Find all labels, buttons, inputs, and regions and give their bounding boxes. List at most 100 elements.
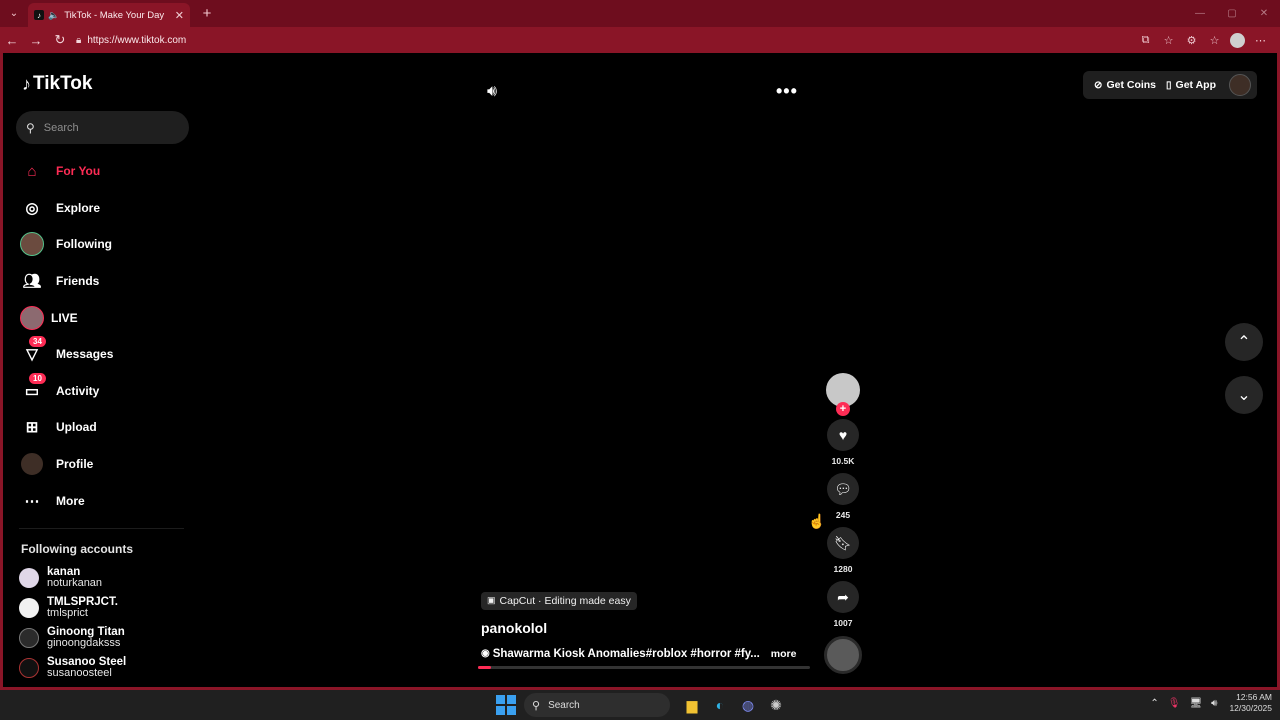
creator-avatar[interactable]: + xyxy=(826,373,860,416)
sidebar-item-label: Friends xyxy=(56,274,100,289)
sidebar-item-label: For You xyxy=(56,164,101,179)
tab-audio-icon[interactable]: 🔈 xyxy=(48,10,59,21)
account-avatar xyxy=(19,658,39,678)
extensions-icon[interactable]: ⚙ xyxy=(1180,29,1203,51)
minimize-button[interactable]: — xyxy=(1184,0,1216,27)
get-app-button[interactable]: ▯ Get App xyxy=(1166,79,1216,91)
video-more-options-icon[interactable]: ••• xyxy=(776,81,798,102)
get-app-label: Get App xyxy=(1175,79,1216,91)
taskbar-search[interactable]: ⚲ Search xyxy=(524,693,670,717)
maximize-button[interactable]: ▢ xyxy=(1216,0,1248,27)
sidebar-item-messages[interactable]: ▽ 34 Messages xyxy=(19,336,189,373)
account-handle: susanoosteel xyxy=(47,667,112,679)
speaker-icon[interactable]: 🔊︎ xyxy=(1211,698,1217,709)
compass-icon: ◎ xyxy=(25,199,39,217)
sidebar-nav: ⌂ For You ◎ Explore Following 👥︎ Friends… xyxy=(19,153,189,519)
favorites-icon[interactable]: ☆ xyxy=(1203,29,1226,51)
coin-icon: ⊘ xyxy=(1094,79,1103,91)
comment-count: 245 xyxy=(835,510,851,520)
url-text: https://www.tiktok.com xyxy=(87,34,187,46)
app-icon[interactable]: ✺ xyxy=(762,693,790,717)
like-button[interactable]: ♥ xyxy=(827,419,859,451)
header-actions: ⊘ Get Coins ▯ Get App xyxy=(1083,71,1257,99)
save-button[interactable]: 🔖︎ xyxy=(827,527,859,559)
sidebar-item-friends[interactable]: 👥︎ Friends xyxy=(19,263,189,300)
capcut-icon: ▣ xyxy=(487,595,496,605)
browser-tab-tiktok[interactable]: ♪ 🔈 TikTok - Make Your Day ✕ xyxy=(28,3,190,27)
share-count: 1007 xyxy=(833,618,853,628)
sidebar-item-more[interactable]: ⋯ More xyxy=(19,482,189,519)
tab-close-icon[interactable]: ✕ xyxy=(175,9,184,22)
following-accounts-list: kanan noturkanan TMLSPRJCT. tmlsprict Gi… xyxy=(19,563,189,683)
close-window-button[interactable]: ✕ xyxy=(1248,0,1280,27)
account-item[interactable]: Ginoong Titan ginoongdaksss xyxy=(19,623,189,653)
sidebar-item-for-you[interactable]: ⌂ For You xyxy=(19,153,189,190)
browser-profile-avatar[interactable] xyxy=(1230,32,1245,48)
video-caption: ▣ CapCut · Editing made easy panokolol ◉… xyxy=(481,590,811,660)
discord-icon[interactable]: ◍ xyxy=(734,693,762,717)
save-count: 1280 xyxy=(833,564,853,574)
upload-icon: ⊞ xyxy=(25,419,39,437)
refresh-button[interactable]: ↻ xyxy=(48,28,72,52)
clock-time: 12:56 AM xyxy=(1236,692,1272,702)
home-icon: ⌂ xyxy=(27,162,37,180)
sidebar-item-upload[interactable]: ⊞ Upload xyxy=(19,409,189,446)
tray-chevron-up-icon[interactable]: ⌃ xyxy=(1150,698,1158,709)
url-field[interactable]: 🔒︎ https://www.tiktok.com xyxy=(76,30,1126,50)
file-explorer-icon[interactable]: ▆ xyxy=(678,693,706,717)
previous-video-button[interactable]: ⌃ xyxy=(1225,323,1263,361)
sidebar-divider xyxy=(19,528,184,529)
tiktok-note-icon: ♪ xyxy=(22,73,31,94)
edge-browser-icon[interactable]: ◐ xyxy=(706,693,734,717)
friends-icon: 👥︎ xyxy=(22,273,42,291)
activity-badge: 10 xyxy=(29,372,46,384)
share-button[interactable]: ➦ xyxy=(827,581,859,613)
sidebar-item-following[interactable]: Following xyxy=(19,226,189,263)
settings-more-icon[interactable]: ⋯ xyxy=(1249,29,1272,51)
sidebar-item-activity[interactable]: ▭ 10 Activity xyxy=(19,372,189,410)
sidebar-item-profile[interactable]: Profile xyxy=(19,446,189,483)
sidebar-item-live[interactable]: LIVE xyxy=(19,299,189,336)
following-avatar xyxy=(19,231,45,257)
follow-plus-icon[interactable]: + xyxy=(836,402,850,416)
sidebar-item-explore[interactable]: ◎ Explore xyxy=(19,190,189,227)
favorite-star-icon[interactable]: ☆ xyxy=(1157,29,1180,51)
volume-icon[interactable]: 🔊︎ xyxy=(487,83,497,101)
chevron-up-icon: ⌃ xyxy=(1237,334,1251,351)
get-coins-button[interactable]: ⊘ Get Coins xyxy=(1094,79,1156,91)
phone-icon: ▯ xyxy=(1166,79,1172,91)
comment-button[interactable]: 💬︎ xyxy=(827,473,859,505)
new-tab-button[interactable]: + xyxy=(196,3,218,25)
tiktok-logo[interactable]: ♪ TikTok xyxy=(22,73,92,95)
messages-icon: ▽ 34 xyxy=(19,336,46,367)
account-item[interactable]: kanan noturkanan xyxy=(19,563,189,593)
account-avatar xyxy=(19,598,39,618)
hand-cursor-icon: ☝ xyxy=(808,513,826,529)
app-available-icon[interactable]: ⧉ xyxy=(1134,29,1157,51)
account-item[interactable]: TMLSPRJCT. tmlsprict xyxy=(19,593,189,623)
user-avatar[interactable] xyxy=(1229,74,1251,96)
search-icon: ⚲ xyxy=(26,120,35,135)
music-disc[interactable] xyxy=(824,636,862,674)
search-input[interactable]: ⚲ Search xyxy=(16,111,189,144)
tiktok-page: ♪ TikTok ⚲ Search ⌂ For You ◎ Explore Fo… xyxy=(3,53,1277,687)
more-icon: ⋯ xyxy=(24,492,40,510)
sidebar-item-label: Profile xyxy=(56,457,94,472)
video-progress-bar[interactable] xyxy=(478,666,810,669)
windows-start-icon[interactable] xyxy=(496,695,516,715)
account-avatar xyxy=(19,628,39,648)
video-description: Shawarma Kiosk Anomalies#roblox #horror … xyxy=(492,647,760,660)
forward-button[interactable]: → xyxy=(24,28,48,52)
capcut-tag[interactable]: ▣ CapCut · Editing made easy xyxy=(481,591,637,610)
video-author[interactable]: panokolol xyxy=(481,620,811,636)
lock-icon[interactable]: 🔒︎ xyxy=(76,35,81,46)
account-item[interactable]: Susanoo Steel susanoosteel xyxy=(19,653,189,683)
taskbar-clock[interactable]: 12:56 AM 12/30/2025 xyxy=(1229,692,1272,714)
next-video-button[interactable]: ⌄ xyxy=(1225,376,1263,414)
back-button[interactable]: ← xyxy=(0,28,24,52)
tab-list-chevron-icon[interactable]: ⌄ xyxy=(3,3,25,25)
logo-text: TikTok xyxy=(33,73,93,94)
network-icon[interactable]: 🖥︎ xyxy=(1189,698,1202,709)
microphone-icon[interactable]: 🎙︎ xyxy=(1168,698,1181,709)
more-button[interactable]: more xyxy=(771,648,797,660)
